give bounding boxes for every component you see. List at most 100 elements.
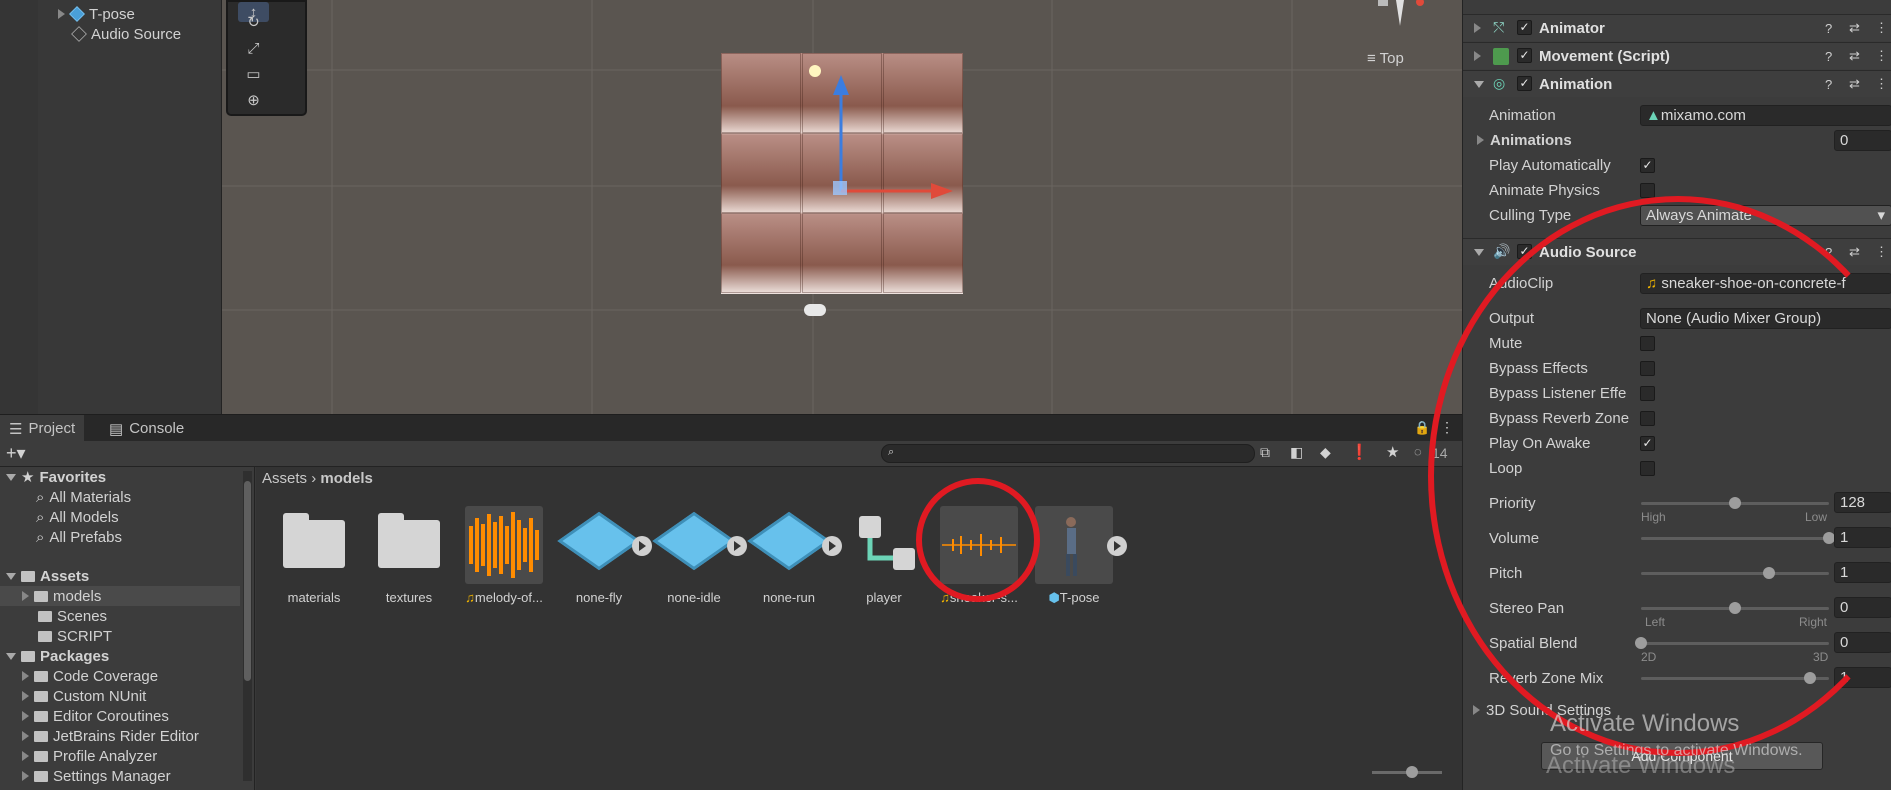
audio-source-icon: 🔊 (1493, 243, 1511, 259)
hierarchy-panel: T-pose Audio Source (0, 0, 222, 414)
tree-all-models[interactable]: ⌕ All Models (0, 507, 240, 527)
rotate-tool-icon[interactable]: ↻ (238, 12, 269, 32)
help-icon[interactable]: ? (1825, 77, 1832, 92)
enable-checkbox[interactable]: ✓ (1517, 76, 1532, 91)
tree-editor-coroutines[interactable]: Editor Coroutines (0, 706, 240, 726)
asset-player[interactable]: player (840, 506, 928, 605)
expand-play-icon[interactable] (822, 536, 842, 556)
gameobject-cube-icon (71, 26, 87, 42)
scene-gizmo[interactable] (1352, 0, 1432, 34)
preset-icon[interactable]: ⇄ (1849, 48, 1860, 64)
enable-checkbox[interactable]: ✓ (1517, 20, 1532, 35)
tree-script[interactable]: SCRIPT (0, 626, 240, 646)
tree-all-materials[interactable]: ⌕ All Materials (0, 487, 240, 507)
project-tab-bar: ☰ Project ▤ Console 🔒 ⋮ (0, 414, 1462, 442)
rect-tool-icon[interactable]: ▭ (238, 64, 269, 84)
script-icon (1493, 48, 1509, 65)
audio-waveform-icon (465, 506, 543, 584)
activate-windows-title-ghost: Activate Windows (1546, 752, 1736, 779)
enable-checkbox[interactable]: ✓ (1517, 48, 1532, 63)
expand-play-icon[interactable] (727, 536, 747, 556)
asset-materials[interactable]: materials (270, 506, 358, 605)
more-options-icon[interactable]: ⋮ (1875, 76, 1888, 92)
hierarchy-item-tpose[interactable]: T-pose (58, 4, 135, 24)
transform-tool-icon[interactable]: ⊕ (238, 90, 269, 110)
asset-none-fly[interactable]: none-fly (555, 506, 652, 605)
folder-icon (34, 770, 48, 782)
animation-icon: ◎ (1493, 75, 1506, 91)
model-cube-icon (69, 6, 85, 22)
more-options-icon[interactable]: ⋮ (1875, 20, 1888, 36)
folder-icon (378, 513, 440, 568)
asset-none-run[interactable]: none-run (745, 506, 842, 605)
tab-console[interactable]: ▤ Console (100, 415, 193, 442)
expand-play-icon[interactable] (632, 536, 652, 556)
scene-view-mode[interactable]: ≡ Top (1367, 50, 1404, 67)
highlight-circle-asset (916, 478, 1040, 602)
asset-melody[interactable]: ♫melody-of... (460, 506, 548, 605)
scene-model-tpose[interactable] (721, 53, 963, 294)
breadcrumb-assets[interactable]: Assets (262, 470, 307, 487)
preset-icon[interactable]: ⇄ (1849, 20, 1860, 36)
animations-size-field[interactable]: 0 (1834, 130, 1891, 151)
tree-all-prefabs[interactable]: ⌕ All Prefabs (0, 527, 240, 547)
animation-clip-field[interactable]: ▲mixamo.com (1640, 105, 1891, 126)
filter-icon[interactable]: ◧ (1290, 444, 1303, 461)
search-input[interactable]: ⌕ (881, 444, 1255, 463)
tree-assets[interactable]: Assets (0, 566, 240, 586)
asset-tpose[interactable]: ⬢T-pose (1030, 506, 1127, 606)
scale-tool-icon[interactable]: ⤢ (238, 38, 269, 58)
asset-textures[interactable]: textures (365, 506, 453, 605)
star-icon[interactable]: ★ (1386, 443, 1399, 461)
folder-icon (34, 590, 48, 602)
camera-icon[interactable] (804, 304, 826, 316)
hidden-packages-icon[interactable]: ◌ (1414, 444, 1422, 459)
more-options-icon[interactable]: ⋮ (1875, 244, 1888, 260)
label-icon[interactable]: ◆ (1320, 444, 1331, 461)
project-tree: ★ Favorites ⌕ All Materials ⌕ All Models ⌕ A… (0, 467, 255, 790)
warning-icon[interactable]: ❗ (1350, 443, 1369, 461)
lock-icon[interactable]: 🔒 (1414, 420, 1430, 436)
preset-icon[interactable]: ⇄ (1849, 76, 1860, 92)
tree-custom-nunit[interactable]: Custom NUnit (0, 686, 240, 706)
expand-play-icon[interactable] (1107, 536, 1127, 556)
folder-icon (34, 670, 48, 682)
asset-none-idle[interactable]: none-idle (650, 506, 747, 605)
tree-favorites[interactable]: ★ Favorites (0, 467, 240, 487)
tree-profile-analyzer[interactable]: Profile Analyzer (0, 746, 240, 766)
tree-settings-manager[interactable]: Settings Manager (0, 766, 240, 786)
tree-scrollbar[interactable] (243, 471, 252, 781)
audio-note-icon: ♫ (465, 590, 475, 605)
folder-icon (34, 710, 48, 722)
tree-scenes[interactable]: Scenes (0, 606, 240, 626)
search-by-type-icon[interactable]: ⧉ (1260, 444, 1270, 461)
tree-packages[interactable]: Packages (0, 646, 240, 666)
component-movement-header[interactable]: ✓ Movement (Script) ? ⇄ ⋮ (1463, 42, 1891, 69)
component-animator-header[interactable]: ⤲ ✓ Animator ? ⇄ ⋮ (1463, 14, 1891, 41)
move-gizmo[interactable] (721, 53, 963, 294)
hierarchy-item-audio-source[interactable]: Audio Source (71, 24, 182, 44)
component-animation-header[interactable]: ◎ ✓ Animation ? ⇄ ⋮ (1463, 70, 1891, 97)
tree-models[interactable]: models (0, 586, 240, 606)
more-options-icon[interactable]: ⋮ (1875, 48, 1888, 64)
zoom-slider[interactable] (1372, 766, 1442, 778)
help-icon[interactable]: ? (1825, 21, 1832, 36)
expand-arrow-icon[interactable] (22, 591, 29, 601)
animations-array[interactable]: Animations (1477, 132, 1572, 149)
expand-arrow-icon[interactable] (58, 9, 65, 19)
breadcrumb-models[interactable]: models (320, 470, 373, 487)
hierarchy-item-label: T-pose (89, 5, 135, 23)
create-plus-icon[interactable]: +▾ (6, 443, 26, 464)
help-icon[interactable]: ? (1825, 49, 1832, 64)
play-automatically-checkbox[interactable]: ✓ (1640, 158, 1655, 173)
folder-icon (38, 610, 52, 622)
tab-project[interactable]: ☰ Project (0, 415, 85, 442)
hierarchy-item-label: Audio Source (91, 25, 182, 43)
activate-windows-title: Activate Windows (1550, 710, 1740, 737)
search-icon: ⌕ (36, 508, 45, 526)
animate-physics-checkbox[interactable] (1640, 183, 1655, 198)
folder-icon (34, 730, 48, 742)
preset-icon[interactable]: ⇄ (1849, 244, 1860, 260)
tree-code-coverage[interactable]: Code Coverage (0, 666, 240, 686)
tree-jetbrains-rider[interactable]: JetBrains Rider Editor (0, 726, 240, 746)
